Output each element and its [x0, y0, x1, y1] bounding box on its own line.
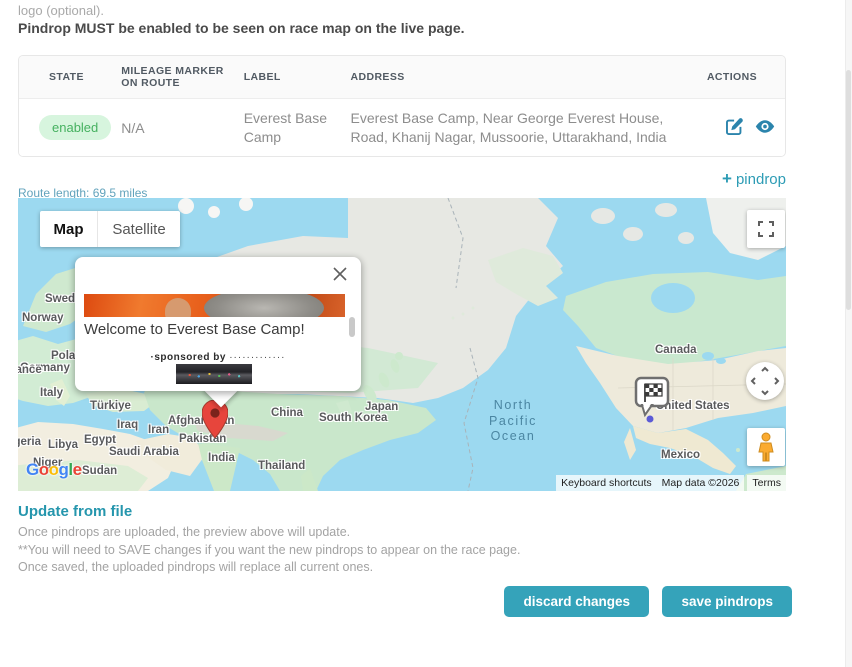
pindrops-table: STATE MILEAGE MARKER ON ROUTE LABEL ADDR…: [18, 55, 786, 157]
page-scrollbar[interactable]: [845, 0, 852, 667]
map-label-country: Saudi Arabia: [109, 446, 179, 458]
sponsor-image: [176, 364, 252, 384]
header-actions: ACTIONS: [695, 56, 785, 99]
map-label-country: China: [271, 407, 303, 419]
infowindow-banner-image: [84, 294, 345, 317]
map-tab[interactable]: Map: [40, 211, 98, 247]
map-label-country: South Korea: [319, 412, 387, 424]
close-icon[interactable]: [331, 267, 349, 285]
map-data-text: Map data ©2026: [657, 475, 745, 491]
pindrop-warning: Pindrop MUST be enabled to be seen on ra…: [18, 20, 465, 36]
map-label-country: Thailand: [258, 460, 305, 472]
map-label-country: Türkiye: [90, 400, 131, 412]
footer-actions: discard changes save pindrops: [18, 586, 792, 617]
pegman-icon: [756, 432, 776, 462]
help-text: **You will need to SAVE changes if you w…: [18, 543, 520, 557]
race-map[interactable]: Sweden Norway Poland Germany Italy Türki…: [18, 198, 786, 491]
map-label-country: Japan: [365, 401, 398, 413]
table-row: enabled N/A Everest Base Camp Everest Ba…: [19, 99, 785, 156]
map-label-country: Egypt: [84, 434, 116, 446]
pindrop-address: Everest Base Camp, Near George Everest H…: [351, 99, 696, 156]
keyboard-shortcuts-link[interactable]: Keyboard shortcuts: [556, 475, 656, 491]
page-scrollbar-thumb[interactable]: [846, 70, 851, 310]
pan-control[interactable]: [746, 362, 784, 400]
finish-flag-marker[interactable]: [634, 376, 674, 429]
discard-changes-button[interactable]: discard changes: [504, 586, 649, 617]
eye-icon[interactable]: [755, 119, 775, 137]
header-state: STATE: [19, 56, 121, 99]
map-label-country: Norway: [22, 312, 64, 324]
status-badge: enabled: [39, 115, 111, 140]
map-label-country: Canada: [655, 344, 697, 356]
logo-note: logo (optional).: [18, 3, 104, 18]
satellite-tab[interactable]: Satellite: [98, 211, 180, 247]
map-label-country: Mexico: [661, 449, 700, 461]
infowindow: Welcome to Everest Base Camp! ·sponsored…: [75, 257, 361, 391]
sponsored-by-line: ·sponsored by ·············: [75, 352, 361, 363]
pindrop-manager-page: logo (optional). Pindrop MUST be enabled…: [0, 0, 852, 667]
map-label-country: Algeria: [18, 436, 41, 448]
map-label-country: Libya: [48, 439, 78, 451]
red-pin-marker[interactable]: [202, 400, 228, 443]
map-label-country: Iraq: [117, 419, 138, 431]
pindrop-label: Everest Base Camp: [244, 99, 351, 156]
infowindow-scrollbar[interactable]: [349, 317, 355, 337]
mileage-marker-value: N/A: [121, 99, 243, 156]
map-label-country: Iran: [148, 424, 169, 436]
header-mileage-marker: MILEAGE MARKER ON ROUTE: [121, 56, 243, 99]
header-address: ADDRESS: [351, 56, 696, 99]
infowindow-title: Welcome to Everest Base Camp!: [84, 321, 305, 338]
add-pindrop-label: pindrop: [736, 171, 786, 188]
map-label-country: Sudan: [82, 465, 117, 477]
map-label-country: India: [208, 452, 235, 464]
table-header-row: STATE MILEAGE MARKER ON ROUTE LABEL ADDR…: [19, 56, 785, 99]
map-attribution: Keyboard shortcuts Map data ©2026 Terms: [556, 475, 786, 491]
edit-icon[interactable]: [725, 117, 744, 139]
pan-arrows-icon: [746, 362, 784, 400]
help-text: Once saved, the uploaded pindrops will r…: [18, 560, 373, 574]
map-label-ocean: North Pacific Ocean: [473, 398, 553, 445]
save-pindrops-button[interactable]: save pindrops: [662, 586, 792, 617]
pegman-button[interactable]: [747, 428, 785, 466]
fullscreen-button[interactable]: [747, 210, 785, 248]
header-label: LABEL: [244, 56, 351, 99]
map-label-country: Italy: [40, 387, 63, 399]
update-from-file-link[interactable]: Update from file: [18, 503, 132, 520]
plus-icon: +: [722, 169, 732, 188]
help-text: Once pindrops are uploaded, the preview …: [18, 525, 350, 539]
google-logo[interactable]: Google: [26, 460, 82, 480]
fullscreen-icon: [758, 221, 774, 237]
map-type-control: Map Satellite: [40, 211, 180, 247]
terms-link[interactable]: Terms: [747, 475, 786, 491]
map-label-country: France: [18, 364, 42, 376]
